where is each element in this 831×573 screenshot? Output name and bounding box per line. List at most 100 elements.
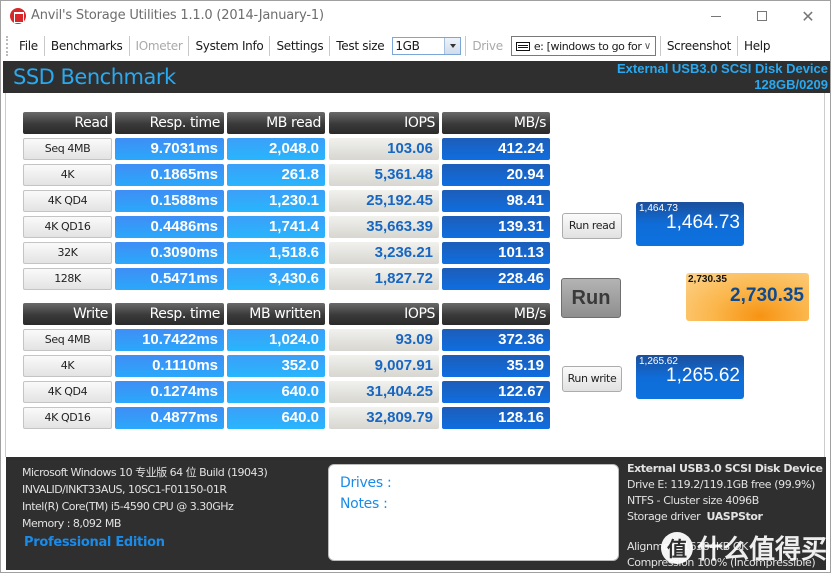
read-row-resp-cell: 9.7031ms xyxy=(115,138,224,160)
total-score-value: 2,730.35 xyxy=(730,285,804,306)
read-row-resp-cell: 0.1588ms xyxy=(115,190,224,212)
menu-screenshot[interactable]: Screenshot xyxy=(661,39,737,53)
write-row-mb-cell: 640.0 xyxy=(227,407,325,429)
device-info-drive: Drive E: 119.2/119.1GB free (99.9%) xyxy=(627,478,815,491)
window-title: Anvil's Storage Utilities 1.1.0 (2014-Ja… xyxy=(31,8,324,23)
write-header-0: Write xyxy=(23,303,112,325)
write-row-label-cell[interactable]: Seq 4MB xyxy=(23,329,112,351)
device-header: External USB3.0 SCSI Disk Device 128GB/0… xyxy=(617,61,828,93)
write-row-resp-cell: 10.7422ms xyxy=(115,329,224,351)
read-score: 1,464.73 1,464.73 xyxy=(636,202,744,246)
test-size-select[interactable]: 1GB xyxy=(392,37,462,55)
write-header-4: MB/s xyxy=(442,303,550,325)
drive-icon xyxy=(515,41,530,51)
read-row-mbs-cell: 20.94 xyxy=(442,164,550,186)
read-score-value: 1,464.73 xyxy=(666,212,740,233)
write-row-mb-cell: 640.0 xyxy=(227,381,325,403)
menu-settings[interactable]: Settings xyxy=(270,39,329,53)
read-row-mb-cell: 1,741.4 xyxy=(227,216,325,238)
write-row-label-cell[interactable]: 4K QD4 xyxy=(23,381,112,403)
write-header-1: Resp. time xyxy=(115,303,224,325)
total-score: 2,730.35 2,730.35 xyxy=(686,273,809,321)
device-info-name: External USB3.0 SCSI Disk Device 12 xyxy=(627,462,826,475)
dropdown-arrow-button[interactable] xyxy=(444,38,461,54)
read-row-label-cell[interactable]: 4K QD4 xyxy=(23,190,112,212)
write-row-mb-cell: 352.0 xyxy=(227,355,325,377)
board-info: INVALID/INKT33AUS, 10SC1-F01150-01R xyxy=(22,483,227,496)
test-size-value: 1GB xyxy=(395,39,420,53)
minimize-button[interactable] xyxy=(693,1,739,31)
menu-file[interactable]: File xyxy=(13,39,44,53)
read-header-1: Resp. time xyxy=(115,112,224,134)
write-row-mb-cell: 1,024.0 xyxy=(227,329,325,351)
write-row-iops-cell: 32,809.79 xyxy=(329,407,439,429)
read-row-mb-cell: 2,048.0 xyxy=(227,138,325,160)
memory-info: Memory : 8,092 MB xyxy=(22,517,121,530)
read-row-mbs-cell: 101.13 xyxy=(442,242,550,264)
close-icon: ✕ xyxy=(801,6,815,26)
drive-select[interactable]: e: [windows to go for ∨ xyxy=(510,36,656,56)
cpu-info: Intel(R) Core(TM) i5-4590 CPU @ 3.30GHz xyxy=(22,500,234,513)
menu-help[interactable]: Help xyxy=(738,39,776,53)
write-row-iops-cell: 93.09 xyxy=(329,329,439,351)
read-row-mb-cell: 1,518.6 xyxy=(227,242,325,264)
read-header-4: MB/s xyxy=(442,112,550,134)
write-row-label-cell[interactable]: 4K xyxy=(23,355,112,377)
read-row-label-cell[interactable]: 4K xyxy=(23,164,112,186)
write-row-mbs-cell: 122.67 xyxy=(442,381,550,403)
read-row-iops-cell: 25,192.45 xyxy=(329,190,439,212)
write-row-resp-cell: 0.4877ms xyxy=(115,407,224,429)
read-header-2: MB read xyxy=(227,112,325,134)
read-row-mb-cell: 261.8 xyxy=(227,164,325,186)
app-window: Anvil's Storage Utilities 1.1.0 (2014-Ja… xyxy=(0,0,831,573)
read-row-label-cell[interactable]: Seq 4MB xyxy=(23,138,112,160)
read-row-resp-cell: 0.1865ms xyxy=(115,164,224,186)
watermark-badge-icon: 值 xyxy=(661,531,693,564)
driver-value: UASPStor xyxy=(706,510,763,523)
menu-benchmarks[interactable]: Benchmarks xyxy=(45,39,129,53)
driver-label: Storage driver xyxy=(627,510,701,523)
watermark: 值 什么值得买 xyxy=(661,529,827,566)
read-row-label-cell[interactable]: 128K xyxy=(23,268,112,290)
title-bar: Anvil's Storage Utilities 1.1.0 (2014-Ja… xyxy=(1,1,830,31)
test-size-label: Test size xyxy=(336,39,385,53)
write-score: 1,265.62 1,265.62 xyxy=(636,355,744,399)
device-name: External USB3.0 SCSI Disk Device xyxy=(617,61,828,76)
read-row-iops-cell: 3,236.21 xyxy=(329,242,439,264)
device-info-driver: Storage driver UASPStor xyxy=(627,509,826,525)
toolbar-grip[interactable] xyxy=(6,36,8,56)
write-row-label-cell[interactable]: 4K QD16 xyxy=(23,407,112,429)
notes-box[interactable]: Drives : Notes : xyxy=(328,464,619,561)
run-read-button[interactable]: Run read xyxy=(562,213,622,239)
read-row-label-cell[interactable]: 4K QD16 xyxy=(23,216,112,238)
maximize-button[interactable] xyxy=(739,1,785,31)
minimize-icon xyxy=(711,15,721,17)
read-header-3: IOPS xyxy=(329,112,439,134)
write-row-resp-cell: 0.1274ms xyxy=(115,381,224,403)
drive-label: Drive xyxy=(472,39,503,53)
close-button[interactable]: ✕ xyxy=(785,1,831,31)
run-button[interactable]: Run xyxy=(561,278,621,318)
read-row-mbs-cell: 98.41 xyxy=(442,190,550,212)
write-row-resp-cell: 0.1110ms xyxy=(115,355,224,377)
menu-iometer: IOmeter xyxy=(135,39,183,53)
chevron-down-icon: ∨ xyxy=(643,40,651,52)
write-row-mbs-cell: 128.16 xyxy=(442,407,550,429)
header-band: SSD Benchmark External USB3.0 SCSI Disk … xyxy=(3,61,830,93)
read-row-label-cell[interactable]: 32K xyxy=(23,242,112,264)
panel-border-left xyxy=(5,93,6,457)
watermark-text: 什么值得买 xyxy=(697,535,828,565)
triangle-down-icon xyxy=(449,44,456,48)
total-score-small: 2,730.35 xyxy=(688,274,727,285)
menu-toolbar: File Benchmarks IOmeter System Info Sett… xyxy=(1,31,830,61)
read-row-resp-cell: 0.3090ms xyxy=(115,242,224,264)
read-row-iops-cell: 1,827.72 xyxy=(329,268,439,290)
page-title: SSD Benchmark xyxy=(13,65,176,89)
maximize-icon xyxy=(757,11,767,21)
read-row-resp-cell: 0.5471ms xyxy=(115,268,224,290)
read-row-iops-cell: 35,663.39 xyxy=(329,216,439,238)
write-row-iops-cell: 9,007.91 xyxy=(329,355,439,377)
menu-system-info[interactable]: System Info xyxy=(189,39,269,53)
os-info: Microsoft Windows 10 专业版 64 位 Build (190… xyxy=(22,466,268,479)
run-write-button[interactable]: Run write xyxy=(562,366,622,392)
